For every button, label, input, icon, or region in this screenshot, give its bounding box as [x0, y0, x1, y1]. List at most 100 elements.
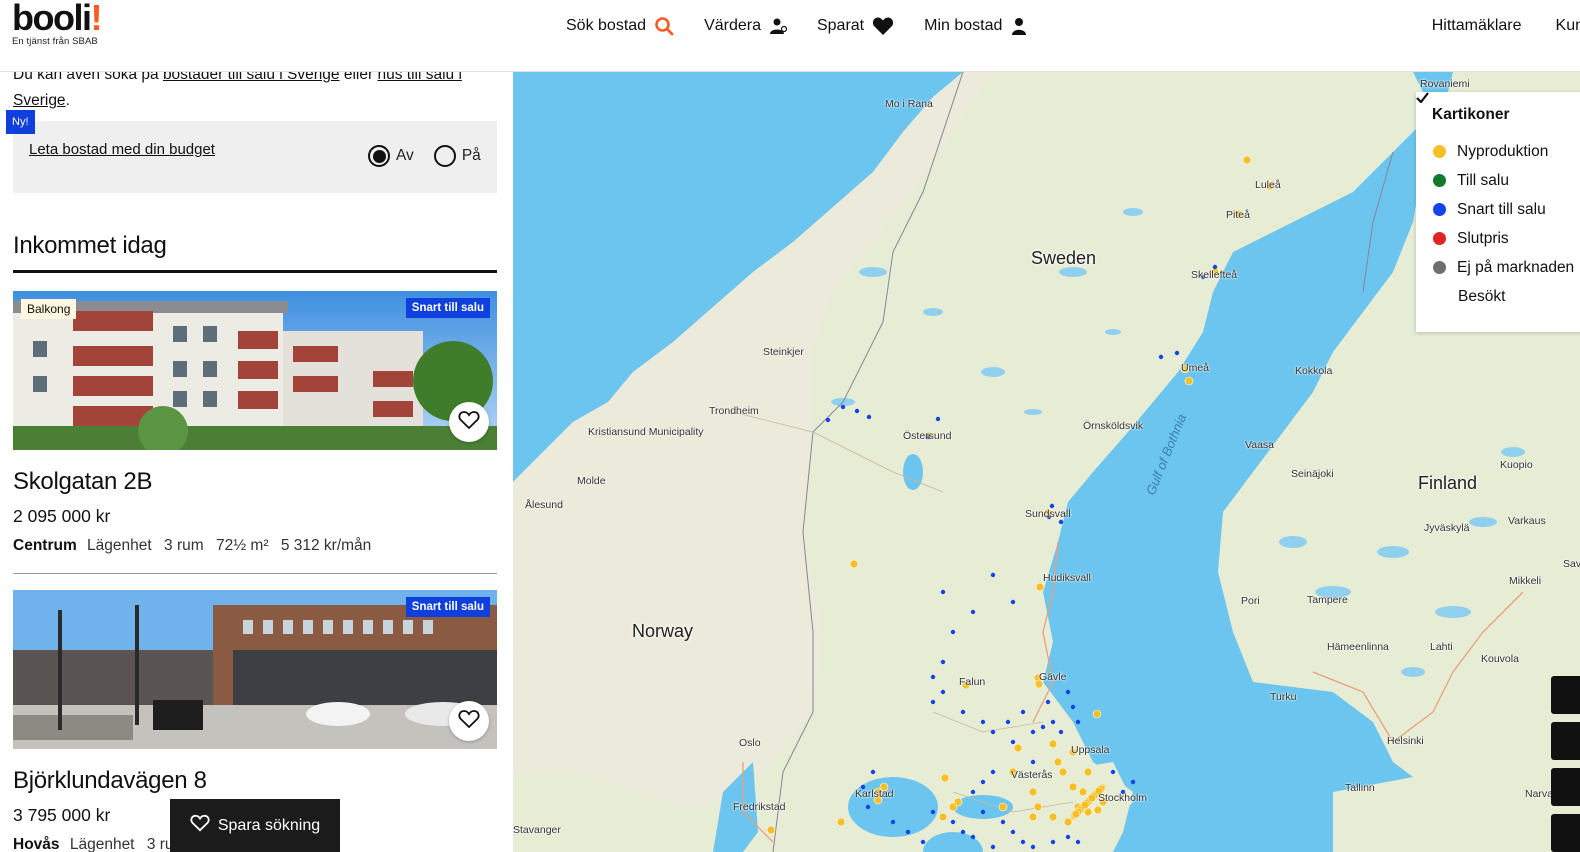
map-marker-snart-till-salu[interactable]: [854, 408, 860, 414]
nav-hittamaklare[interactable]: Hittamäklare: [1432, 14, 1522, 38]
map-marker-snart-till-salu[interactable]: [935, 416, 941, 422]
map-marker-nyproduktion[interactable]: [1080, 800, 1090, 810]
map-marker-snart-till-salu[interactable]: [990, 572, 996, 578]
map-marker-snart-till-salu[interactable]: [1050, 719, 1056, 725]
map-marker-snart-till-salu[interactable]: [940, 659, 946, 665]
map-marker-snart-till-salu[interactable]: [930, 699, 936, 705]
map-marker-nyproduktion[interactable]: [1048, 739, 1058, 749]
map-marker-snart-till-salu[interactable]: [980, 779, 986, 785]
map-marker-snart-till-salu[interactable]: [905, 829, 911, 835]
map-marker-nyproduktion[interactable]: [1184, 376, 1194, 386]
map-marker-nyproduktion[interactable]: [1087, 793, 1097, 803]
map-marker-snart-till-salu[interactable]: [1050, 839, 1056, 845]
map-marker-nyproduktion[interactable]: [1093, 805, 1103, 815]
map-marker-snart-till-salu[interactable]: [1010, 599, 1016, 605]
map-marker-nyproduktion[interactable]: [1071, 809, 1081, 819]
listing-title[interactable]: Skolgatan 2B: [13, 468, 497, 496]
map-marker-snart-till-salu[interactable]: [1058, 729, 1064, 735]
nav-kunskap[interactable]: Kunsk: [1556, 14, 1580, 38]
listing-card[interactable]: Balkong Snart till salu Skolgatan 2B 2 0…: [13, 291, 497, 555]
map-marker-snart-till-salu[interactable]: [1075, 839, 1081, 845]
map-view[interactable]: Sweden Norway Finland Gulf of Bothnia Ro…: [513, 72, 1580, 852]
map-marker-nyproduktion[interactable]: [1013, 743, 1023, 753]
map-marker-snart-till-salu[interactable]: [1158, 354, 1164, 360]
map-marker-nyproduktion[interactable]: [1092, 709, 1102, 719]
map-marker-nyproduktion[interactable]: [1058, 767, 1068, 777]
map-marker-snart-till-salu[interactable]: [1005, 719, 1011, 725]
nav-sok-bostad[interactable]: Sök bostad: [566, 14, 674, 38]
link-hus-till-salu-cont[interactable]: Sverige: [13, 92, 66, 109]
map-marker-nyproduktion[interactable]: [998, 802, 1008, 812]
map-marker-snart-till-salu[interactable]: [1020, 709, 1026, 715]
map-marker-snart-till-salu[interactable]: [1065, 834, 1071, 840]
map-marker-snart-till-salu[interactable]: [1010, 829, 1016, 835]
map-marker-snart-till-salu[interactable]: [970, 789, 976, 795]
map-marker-nyproduktion[interactable]: [1053, 757, 1063, 767]
map-fullscreen-button[interactable]: [1551, 814, 1580, 852]
map-marker-nyproduktion[interactable]: [1078, 787, 1088, 797]
map-marker-snart-till-salu[interactable]: [950, 629, 956, 635]
map-marker-nyproduktion[interactable]: [940, 773, 950, 783]
map-marker-snart-till-salu[interactable]: [1000, 819, 1006, 825]
map-marker-snart-till-salu[interactable]: [1065, 689, 1071, 695]
map-marker-nyproduktion[interactable]: [1083, 767, 1093, 777]
map-marker-nyproduktion[interactable]: [1028, 812, 1038, 822]
map-marker-snart-till-salu[interactable]: [980, 809, 986, 815]
map-marker-snart-till-salu[interactable]: [1174, 350, 1180, 356]
map-marker-snart-till-salu[interactable]: [1070, 704, 1076, 710]
map-marker-nyproduktion[interactable]: [938, 812, 948, 822]
map-marker-snart-till-salu[interactable]: [940, 589, 946, 595]
listing-photo[interactable]: Balkong Snart till salu: [13, 291, 497, 450]
radio-av[interactable]: [368, 145, 390, 167]
map-marker-snart-till-salu[interactable]: [980, 719, 986, 725]
map-marker-snart-till-salu[interactable]: [990, 729, 996, 735]
map-marker-nyproduktion[interactable]: [836, 817, 846, 827]
map-marker-snart-till-salu[interactable]: [1020, 839, 1026, 845]
map-marker-snart-till-salu[interactable]: [1110, 769, 1116, 775]
budget-search-link[interactable]: Leta bostad med din budget: [29, 141, 215, 158]
map-marker-nyproduktion[interactable]: [766, 825, 776, 835]
map-marker-snart-till-salu[interactable]: [825, 417, 831, 423]
map-marker-snart-till-salu[interactable]: [870, 769, 876, 775]
map-marker-snart-till-salu[interactable]: [1030, 759, 1036, 765]
link-bostader-till-salu[interactable]: bostäder till salu i Sverige: [163, 72, 340, 83]
map-marker-snart-till-salu[interactable]: [1030, 844, 1036, 850]
map-marker-nyproduktion[interactable]: [1028, 787, 1038, 797]
save-search-button[interactable]: Spara sökning: [170, 799, 340, 852]
map-marker-snart-till-salu[interactable]: [970, 609, 976, 615]
nav-min-bostad[interactable]: Min bostad: [924, 14, 1028, 38]
map-marker-snart-till-salu[interactable]: [1010, 739, 1016, 745]
map-marker-snart-till-salu[interactable]: [865, 804, 871, 810]
booli-logo[interactable]: booli! En tjänst från SBAB: [12, 0, 102, 47]
map-marker-snart-till-salu[interactable]: [960, 709, 966, 715]
map-marker-nyproduktion[interactable]: [1068, 782, 1078, 792]
link-hus-till-salu[interactable]: hus till salu i: [377, 72, 461, 83]
map-marker-nyproduktion[interactable]: [1033, 802, 1043, 812]
map-marker-snart-till-salu[interactable]: [930, 674, 936, 680]
map-marker-snart-till-salu[interactable]: [890, 819, 896, 825]
map-marker-snart-till-salu[interactable]: [1045, 699, 1051, 705]
nav-sparat[interactable]: Sparat: [817, 14, 894, 38]
map-marker-snart-till-salu[interactable]: [990, 844, 996, 850]
favorite-button[interactable]: [449, 701, 489, 741]
map-marker-snart-till-salu[interactable]: [960, 829, 966, 835]
map-marker-nyproduktion[interactable]: [1035, 582, 1045, 592]
map-layer-button[interactable]: [1551, 768, 1580, 806]
nav-vardera[interactable]: Värdera: [704, 14, 787, 38]
map-marker-snart-till-salu[interactable]: [1058, 519, 1064, 525]
map-marker-snart-till-salu[interactable]: [1030, 729, 1036, 735]
map-marker-nyproduktion[interactable]: [849, 559, 859, 569]
map-marker-snart-till-salu[interactable]: [970, 834, 976, 840]
map-marker-nyproduktion[interactable]: [1048, 812, 1058, 822]
map-marker-snart-till-salu[interactable]: [940, 689, 946, 695]
radio-pa[interactable]: [433, 145, 456, 167]
listing-photo[interactable]: Snart till salu: [13, 590, 497, 749]
map-marker-snart-till-salu[interactable]: [950, 819, 956, 825]
map-marker-snart-till-salu[interactable]: [866, 414, 872, 420]
map-marker-snart-till-salu[interactable]: [1040, 724, 1046, 730]
map-marker-snart-till-salu[interactable]: [920, 839, 926, 845]
map-marker-snart-till-salu[interactable]: [930, 809, 936, 815]
map-marker-nyproduktion[interactable]: [948, 802, 958, 812]
listing-title[interactable]: Björklundavägen 8: [13, 767, 497, 795]
zoom-out-button[interactable]: [1551, 722, 1580, 760]
